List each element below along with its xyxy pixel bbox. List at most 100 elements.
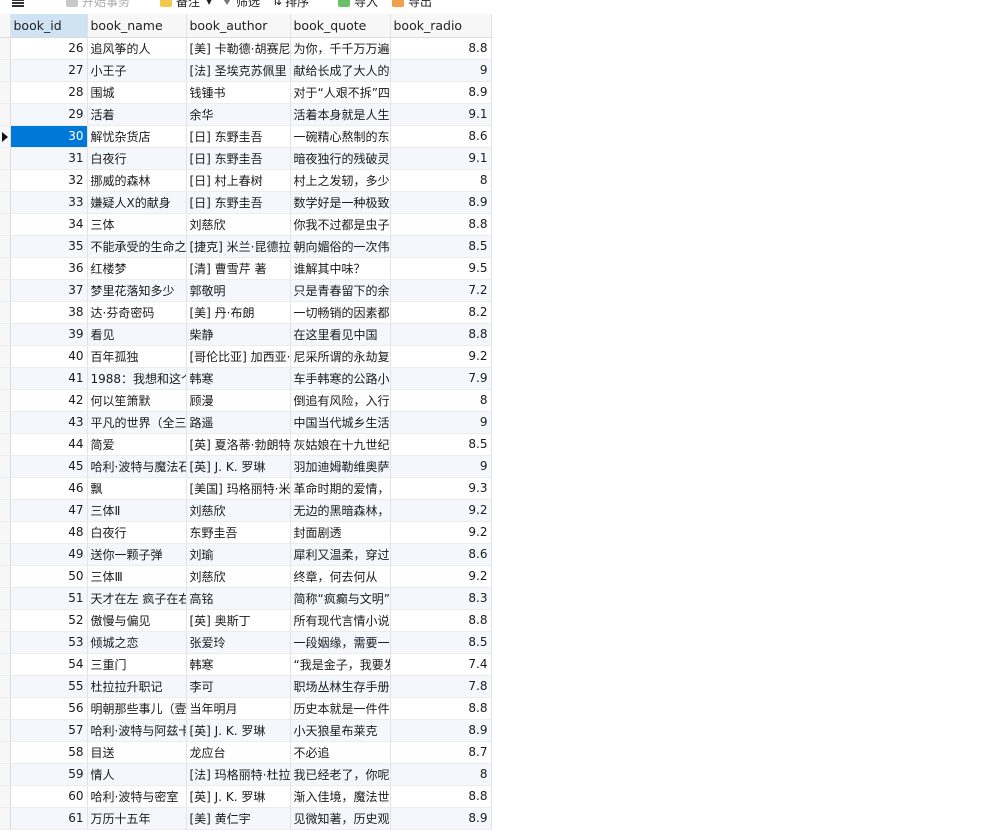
cell-book-id[interactable]: 56: [10, 697, 88, 720]
column-header-book-quote[interactable]: book_quote: [290, 14, 391, 38]
cell-book-id[interactable]: 26: [10, 37, 88, 60]
table-row[interactable]: 49送你一颗子弹刘瑜犀利又温柔，穿过心脏8.6: [0, 543, 492, 566]
cell-book-radio[interactable]: 9.1: [390, 147, 492, 170]
cell-book-quote[interactable]: 车手韩寒的公路小说: [290, 367, 391, 390]
cell-book-radio[interactable]: 8: [390, 169, 492, 192]
table-row[interactable]: 33嫌疑人X的献身[日] 东野圭吾数学好是一种极致的浪漫8.9: [0, 191, 492, 214]
cell-book-id[interactable]: 47: [10, 499, 88, 522]
cell-book-radio[interactable]: 9.2: [390, 521, 492, 544]
cell-book-radio[interactable]: 8.8: [390, 37, 492, 60]
cell-book-name[interactable]: 三体Ⅲ: [87, 565, 187, 588]
cell-book-radio[interactable]: 8.6: [390, 125, 492, 148]
filter-button[interactable]: 筛选: [222, 0, 260, 10]
cell-book-author[interactable]: 顾漫: [186, 389, 291, 412]
cell-book-quote[interactable]: 革命时期的爱情，随风而逝: [290, 477, 391, 500]
cell-book-radio[interactable]: 8.9: [390, 807, 492, 830]
cell-book-id[interactable]: 37: [10, 279, 88, 302]
row-selector[interactable]: [0, 521, 11, 544]
row-selector[interactable]: [0, 543, 11, 566]
table-row[interactable]: 51 天才在左 疯子在右 高铭 简称“疯癫与文明” 8.3: [0, 587, 492, 610]
cell-book-id[interactable]: 57: [10, 719, 88, 742]
row-selector[interactable]: [0, 279, 11, 302]
cell-book-quote[interactable]: 简称“疯癫与文明”: [290, 587, 391, 610]
table-row[interactable]: 58 目送 龙应台 不必追 8.7: [0, 741, 492, 764]
row-selector[interactable]: [0, 59, 11, 82]
table-row[interactable]: 39 看见 柴静 在这里看见中国 8.8: [0, 323, 492, 346]
cell-book-name[interactable]: 三重门: [87, 653, 187, 676]
cell-book-id[interactable]: 51: [10, 587, 88, 610]
cell-book-name[interactable]: 三体Ⅱ: [87, 499, 187, 522]
table-row[interactable]: 53倾城之恋张爱玲一段姻缘，需要一座城的沦陷8.5: [0, 631, 492, 654]
row-selector[interactable]: [0, 125, 11, 148]
cell-book-radio[interactable]: 7.4: [390, 653, 492, 676]
export-button[interactable]: 导出: [392, 0, 432, 10]
column-header-book-radio[interactable]: book_radio: [390, 14, 492, 38]
sort-button[interactable]: ⇅ 排序: [272, 0, 309, 10]
cell-book-id[interactable]: 59: [10, 763, 88, 786]
cell-book-id[interactable]: 49: [10, 543, 88, 566]
table-row[interactable]: 48 白夜行 东野圭吾 封面剧透 9.2: [0, 521, 492, 544]
table-row[interactable]: 60哈利·波特与密室[英] J. K. 罗琳渐入佳境，魔法世界开始展开8.8: [0, 785, 492, 808]
table-row[interactable]: 29活着余华活着本身就是人生最大的意义9.1: [0, 103, 492, 126]
cell-book-author[interactable]: [日] 东野圭吾: [186, 191, 291, 214]
cell-book-author[interactable]: [捷克] 米兰·昆德拉: [186, 235, 291, 258]
cell-book-author[interactable]: 刘慈欣: [186, 565, 291, 588]
cell-book-author[interactable]: [法] 圣埃克苏佩里: [186, 59, 291, 82]
cell-book-name[interactable]: 情人: [87, 763, 187, 786]
cell-book-author[interactable]: 钱锺书: [186, 81, 291, 104]
menu-icon[interactable]: [12, 0, 24, 7]
cell-book-quote[interactable]: 只是青春留下的余味: [290, 279, 391, 302]
cell-book-radio[interactable]: 9: [390, 411, 492, 434]
table-row[interactable]: 43平凡的世界（全三部）路遥中国当代城乡生活全景9: [0, 411, 492, 434]
table-row[interactable]: 31白夜行[日] 东野圭吾暗夜独行的残破灵魂9.1: [0, 147, 492, 170]
cell-book-author[interactable]: 刘瑜: [186, 543, 291, 566]
cell-book-name[interactable]: 红楼梦: [87, 257, 187, 280]
cell-book-author[interactable]: [美] 丹·布朗: [186, 301, 291, 324]
cell-book-author[interactable]: [法] 玛格丽特·杜拉斯: [186, 763, 291, 786]
cell-book-radio[interactable]: 8: [390, 389, 492, 412]
cell-book-id[interactable]: 60: [10, 785, 88, 808]
cell-book-radio[interactable]: 8.8: [390, 609, 492, 632]
cell-book-quote[interactable]: 中国当代城乡生活全景: [290, 411, 391, 434]
cell-book-id[interactable]: 33: [10, 191, 88, 214]
row-selector[interactable]: [0, 37, 11, 60]
cell-book-name[interactable]: 万历十五年: [87, 807, 187, 830]
cell-book-id[interactable]: 27: [10, 59, 88, 82]
cell-book-radio[interactable]: 8.9: [390, 81, 492, 104]
cell-book-quote[interactable]: 历史本就是一件件有意思的事: [290, 697, 391, 720]
cell-book-radio[interactable]: 8.8: [390, 785, 492, 808]
cell-book-quote[interactable]: “我是金子，我要发光的！”: [290, 653, 391, 676]
cell-book-name[interactable]: 天才在左 疯子在右: [87, 587, 187, 610]
cell-book-name[interactable]: 飘: [87, 477, 187, 500]
table-row[interactable]: 57哈利·波特与阿兹卡班的囚徒[英] J. K. 罗琳小天狼星布莱克8.9: [0, 719, 492, 742]
row-selector[interactable]: [0, 653, 11, 676]
cell-book-radio[interactable]: 8.5: [390, 235, 492, 258]
row-selector[interactable]: [0, 499, 11, 522]
table-row[interactable]: 34 三体 刘慈欣 你我不过都是虫子 8.8: [0, 213, 492, 236]
cell-book-quote[interactable]: 见微知著，历史观的普及: [290, 807, 391, 830]
cell-book-id[interactable]: 34: [10, 213, 88, 236]
cell-book-radio[interactable]: 9.1: [390, 103, 492, 126]
cell-book-id[interactable]: 54: [10, 653, 88, 676]
cell-book-id[interactable]: 39: [10, 323, 88, 346]
cell-book-name[interactable]: 哈利·波特与密室: [87, 785, 187, 808]
cell-book-name[interactable]: 小王子: [87, 59, 187, 82]
table-row[interactable]: 27小王子[法] 圣埃克苏佩里献给长成了大人的孩子们9: [0, 59, 492, 82]
cell-book-author[interactable]: 李可: [186, 675, 291, 698]
cell-book-author[interactable]: 龙应台: [186, 741, 291, 764]
cell-book-radio[interactable]: 8.7: [390, 741, 492, 764]
row-selector[interactable]: [0, 741, 11, 764]
cell-book-radio[interactable]: 8.2: [390, 301, 492, 324]
cell-book-quote[interactable]: 一段姻缘，需要一座城的沦陷: [290, 631, 391, 654]
row-selector[interactable]: [0, 433, 11, 456]
cell-book-quote[interactable]: 谁解其中味？: [290, 257, 391, 280]
row-selector[interactable]: [0, 697, 11, 720]
cell-book-radio[interactable]: 8.8: [390, 323, 492, 346]
cell-book-quote[interactable]: 倒追有风险，入行需谨慎: [290, 389, 391, 412]
table-row[interactable]: 32挪威的森林[日] 村上春树村上之发轫，多少人的青春启蒙8: [0, 169, 492, 192]
row-selector[interactable]: [0, 609, 11, 632]
cell-book-id[interactable]: 42: [10, 389, 88, 412]
table-row[interactable]: 37梦里花落知多少郭敬明只是青春留下的余味7.2: [0, 279, 492, 302]
cell-book-radio[interactable]: 9.2: [390, 499, 492, 522]
cell-book-name[interactable]: 白夜行: [87, 147, 187, 170]
